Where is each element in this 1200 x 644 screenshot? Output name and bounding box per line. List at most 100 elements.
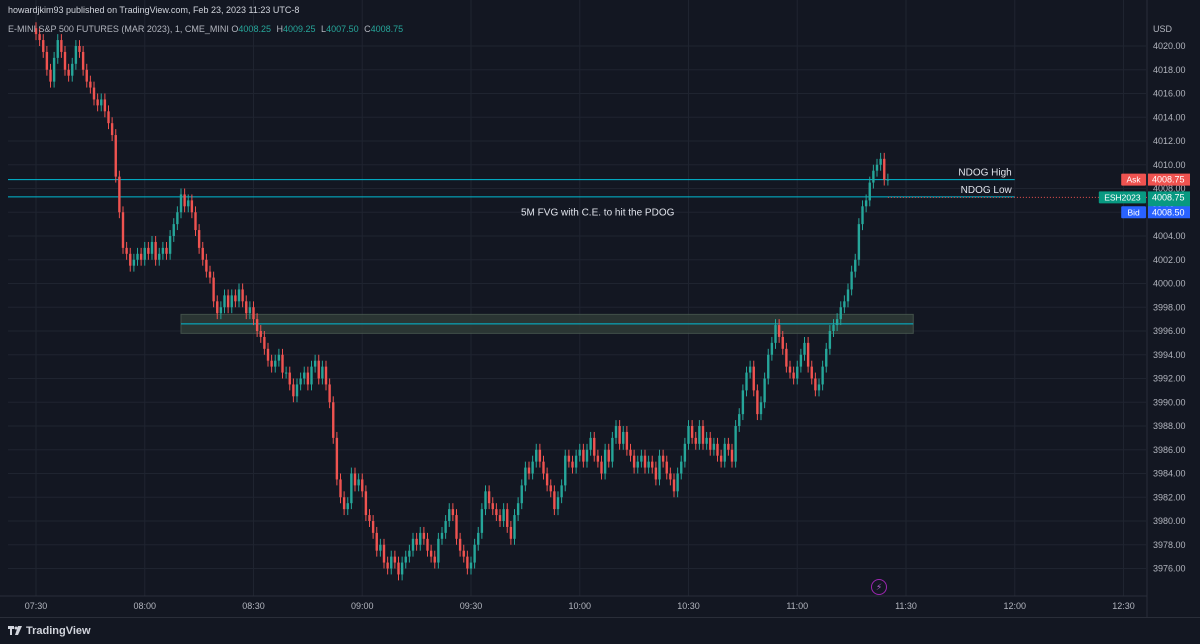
candle-body[interactable] xyxy=(741,390,745,415)
candle-body[interactable] xyxy=(107,111,110,124)
candle-body[interactable] xyxy=(770,342,774,355)
candle-body[interactable] xyxy=(96,99,99,106)
candle-body[interactable] xyxy=(509,526,513,539)
candle-body[interactable] xyxy=(596,455,600,462)
candle-body[interactable] xyxy=(321,366,324,379)
candle-body[interactable] xyxy=(759,402,763,415)
candle-body[interactable] xyxy=(197,230,201,248)
candlestick-chart[interactable]: NDOG High NDOG Low 5M FVG with C.E. to hit… xyxy=(0,0,1200,617)
candle-body[interactable] xyxy=(324,366,328,385)
candle-body[interactable] xyxy=(535,449,538,462)
candle-body[interactable] xyxy=(63,51,67,70)
candle-body[interactable] xyxy=(687,426,690,444)
candle-body[interactable] xyxy=(397,562,400,575)
candle-body[interactable] xyxy=(857,224,861,260)
candle-body[interactable] xyxy=(371,521,375,533)
candle-body[interactable] xyxy=(491,503,494,510)
candle-body[interactable] xyxy=(379,544,382,551)
candle-body[interactable] xyxy=(694,437,697,444)
candle-body[interactable] xyxy=(299,378,302,385)
candle-body[interactable] xyxy=(118,176,121,213)
candle-body[interactable] xyxy=(640,455,643,462)
candle-body[interactable] xyxy=(404,556,407,563)
candle-body[interactable] xyxy=(698,426,701,444)
candle-body[interactable] xyxy=(796,366,799,379)
candle-body[interactable] xyxy=(393,556,397,563)
candle-body[interactable] xyxy=(480,509,484,533)
candle-body[interactable] xyxy=(622,431,625,444)
candle-body[interactable] xyxy=(451,509,455,516)
candle-body[interactable] xyxy=(756,390,759,415)
candle-body[interactable] xyxy=(230,295,233,308)
candle-body[interactable] xyxy=(252,307,255,320)
candle-body[interactable] xyxy=(364,491,368,516)
candle-body[interactable] xyxy=(208,271,212,278)
candle-body[interactable] xyxy=(879,158,882,165)
candle-body[interactable] xyxy=(234,295,237,302)
candle-body[interactable] xyxy=(85,69,88,82)
candle-body[interactable] xyxy=(422,532,426,539)
candle-body[interactable] xyxy=(625,431,629,450)
candle-body[interactable] xyxy=(683,443,687,462)
candle-body[interactable] xyxy=(190,200,194,213)
candle-body[interactable] xyxy=(636,461,639,468)
candle-body[interactable] xyxy=(828,331,832,349)
candle-body[interactable] xyxy=(150,241,154,254)
candle-body[interactable] xyxy=(270,360,273,367)
candle-body[interactable] xyxy=(49,69,52,82)
candle-body[interactable] xyxy=(357,479,360,486)
candle-body[interactable] xyxy=(487,491,491,504)
candle-body[interactable] xyxy=(281,354,284,373)
candle-body[interactable] xyxy=(727,443,730,450)
candle-body[interactable] xyxy=(614,426,618,438)
candle-body[interactable] xyxy=(390,556,393,569)
candle-body[interactable] xyxy=(647,461,650,468)
candle-body[interactable] xyxy=(872,170,875,183)
candle-body[interactable] xyxy=(437,538,440,563)
candle-body[interactable] xyxy=(194,212,197,231)
candle-body[interactable] xyxy=(92,87,96,100)
candle-body[interactable] xyxy=(593,437,596,456)
candle-body[interactable] xyxy=(600,461,603,474)
candle-body[interactable] xyxy=(429,550,433,557)
candle-body[interactable] xyxy=(886,179,890,181)
candle-body[interactable] xyxy=(444,521,447,533)
candle-body[interactable] xyxy=(466,556,469,569)
candle-body[interactable] xyxy=(545,473,549,486)
candle-body[interactable] xyxy=(785,348,788,367)
candle-body[interactable] xyxy=(516,503,520,516)
candle-body[interactable] xyxy=(788,366,792,373)
candle-body[interactable] xyxy=(658,455,661,480)
candle-body[interactable] xyxy=(411,538,415,551)
candle-body[interactable] xyxy=(719,455,723,462)
candle-body[interactable] xyxy=(201,247,204,260)
candle-body[interactable] xyxy=(139,253,143,260)
candle-body[interactable] xyxy=(564,455,567,486)
candle-body[interactable] xyxy=(284,372,288,374)
candle-body[interactable] xyxy=(350,473,353,504)
currency-label[interactable]: USD xyxy=(1153,24,1172,34)
candle-body[interactable] xyxy=(738,414,741,426)
candle-body[interactable] xyxy=(763,378,766,403)
candle-body[interactable] xyxy=(578,449,581,456)
candle-body[interactable] xyxy=(310,366,313,385)
candle-body[interactable] xyxy=(71,63,74,76)
candle-body[interactable] xyxy=(274,360,277,367)
candle-body[interactable] xyxy=(774,325,777,343)
candle-body[interactable] xyxy=(259,331,262,337)
candle-body[interactable] xyxy=(263,336,266,349)
candle-body[interactable] xyxy=(45,51,49,70)
candle-body[interactable] xyxy=(498,515,502,521)
candle-body[interactable] xyxy=(814,378,817,391)
candle-body[interactable] xyxy=(589,437,592,450)
candle-body[interactable] xyxy=(158,253,161,260)
candle-body[interactable] xyxy=(266,348,270,361)
candle-body[interactable] xyxy=(455,515,458,539)
candle-body[interactable] xyxy=(342,497,346,510)
candle-body[interactable] xyxy=(690,426,694,438)
candle-body[interactable] xyxy=(567,455,571,462)
candle-body[interactable] xyxy=(502,509,505,521)
candle-body[interactable] xyxy=(821,366,824,385)
candle-body[interactable] xyxy=(368,515,371,521)
candle-body[interactable] xyxy=(448,509,451,521)
